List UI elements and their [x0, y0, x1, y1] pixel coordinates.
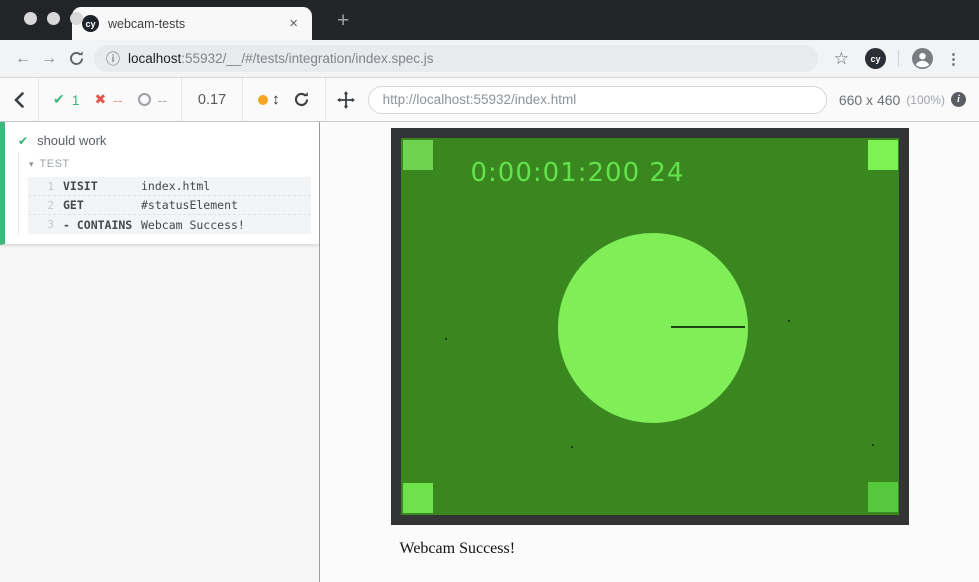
webcam-app: 0:00:01:200 24 Webcam Success! [391, 128, 909, 558]
pending-circle-icon [138, 93, 151, 106]
test-stats: ✔ 1 ✖ -- -- [39, 91, 181, 108]
cypress-extension-icon[interactable]: cy [865, 48, 886, 69]
status-element-text: Webcam Success! [400, 540, 909, 558]
test-duration: 0.17 [182, 92, 242, 108]
video-corner-marker [868, 140, 898, 170]
video-noise-speck [571, 446, 573, 448]
video-clock-hand [671, 326, 745, 328]
test-passed-check-icon: ✔ [18, 134, 28, 148]
browser-titlebar: cy webcam-tests × + [0, 0, 979, 40]
url-path: :55932/__/#/tests/integration/index.spec… [181, 51, 433, 66]
viewport-info-icon[interactable]: i [951, 92, 966, 107]
command-name: GET [63, 198, 141, 212]
failed-count: -- [113, 92, 122, 108]
video-noise-speck [445, 338, 447, 340]
webcam-video-canvas: 0:00:01:200 24 [391, 128, 909, 525]
section-label: TEST [40, 158, 70, 170]
url-host: localhost [128, 51, 181, 66]
command-number: 3 [28, 218, 54, 231]
passed-count: 1 [72, 92, 80, 108]
test-title-row[interactable]: ✔ should work [5, 129, 319, 153]
rerun-tests-icon[interactable] [293, 91, 310, 108]
tab-close-icon[interactable]: × [285, 14, 302, 33]
tab-title: webcam-tests [108, 17, 285, 31]
cypress-back-button[interactable] [0, 92, 38, 108]
video-timer-overlay: 0:00:01:200 24 [471, 158, 685, 188]
command-name: VISIT [63, 179, 141, 193]
command-message: index.html [141, 179, 210, 193]
video-circle [558, 233, 748, 423]
command-message: #statusElement [141, 198, 238, 212]
test-block: ✔ should work ▾ TEST 1 VISIT index.html … [0, 122, 319, 245]
pending-count: -- [158, 92, 167, 108]
browser-addressbar: ← → ⓘ localhost:55932/__/#/tests/integra… [0, 40, 979, 78]
cypress-toolbar: ✔ 1 ✖ -- -- 0.17 ↕ http://localhost:5593… [0, 78, 979, 122]
command-row[interactable]: 3 - CONTAINS Webcam Success! [28, 215, 311, 234]
main-content: ✔ should work ▾ TEST 1 VISIT index.html … [0, 122, 979, 582]
video-noise-speck [872, 444, 874, 446]
reporter-panel: ✔ should work ▾ TEST 1 VISIT index.html … [0, 122, 320, 582]
test-attempt-section: ▾ TEST 1 VISIT index.html 2 GET #statusE… [18, 153, 319, 234]
passed-check-icon: ✔ [53, 91, 65, 108]
test-title: should work [37, 133, 106, 148]
new-tab-button[interactable]: + [337, 10, 349, 31]
aut-url-field[interactable]: http://localhost:55932/index.html [368, 86, 827, 114]
autoscroll-dot-icon [258, 95, 268, 105]
command-name: - CONTAINS [63, 218, 141, 232]
toolbar-tools: ↕ [243, 91, 325, 108]
viewport-info: 660 x 460 (100%) i [839, 92, 979, 108]
back-icon[interactable]: ← [10, 50, 36, 68]
command-log: 1 VISIT index.html 2 GET #statusElement … [28, 177, 311, 234]
aut-stage: 0:00:01:200 24 Webcam Success! [320, 122, 979, 582]
page-info-icon[interactable]: ⓘ [106, 49, 120, 69]
command-row[interactable]: 1 VISIT index.html [28, 177, 311, 196]
viewport-size: 660 x 460 [839, 92, 901, 108]
cypress-favicon-icon: cy [82, 15, 99, 32]
reload-icon[interactable] [62, 50, 90, 67]
selector-playground-icon[interactable] [326, 91, 366, 109]
window-maximize-button[interactable] [70, 12, 83, 25]
video-corner-marker [403, 140, 433, 170]
video-noise-speck [788, 320, 790, 322]
autoscroll-arrow-icon: ↕ [272, 91, 280, 108]
window-controls[interactable] [24, 12, 83, 25]
url-omnibox[interactable]: ⓘ localhost:55932/__/#/tests/integration… [94, 45, 818, 72]
browser-menu-icon[interactable]: ⋮ [942, 50, 969, 68]
autoscroll-toggle[interactable]: ↕ [258, 91, 280, 108]
failed-x-icon: ✖ [95, 91, 107, 108]
command-number: 2 [28, 199, 54, 212]
addressbar-divider [898, 50, 899, 67]
video-corner-marker [403, 483, 433, 513]
profile-avatar-icon[interactable] [912, 48, 933, 69]
video-corner-marker [868, 482, 898, 512]
forward-icon[interactable]: → [36, 50, 62, 68]
collapse-triangle-icon: ▾ [29, 159, 34, 170]
viewport-zoom: (100%) [906, 93, 945, 107]
browser-tab[interactable]: cy webcam-tests × [72, 7, 312, 40]
window-close-button[interactable] [24, 12, 37, 25]
url-text: localhost:55932/__/#/tests/integration/i… [128, 51, 433, 66]
window-minimize-button[interactable] [47, 12, 60, 25]
test-section-header[interactable]: ▾ TEST [19, 153, 319, 175]
command-row[interactable]: 2 GET #statusElement [28, 196, 311, 215]
command-number: 1 [28, 180, 54, 193]
bookmark-star-icon[interactable]: ☆ [826, 49, 857, 69]
command-message: Webcam Success! [141, 218, 245, 232]
